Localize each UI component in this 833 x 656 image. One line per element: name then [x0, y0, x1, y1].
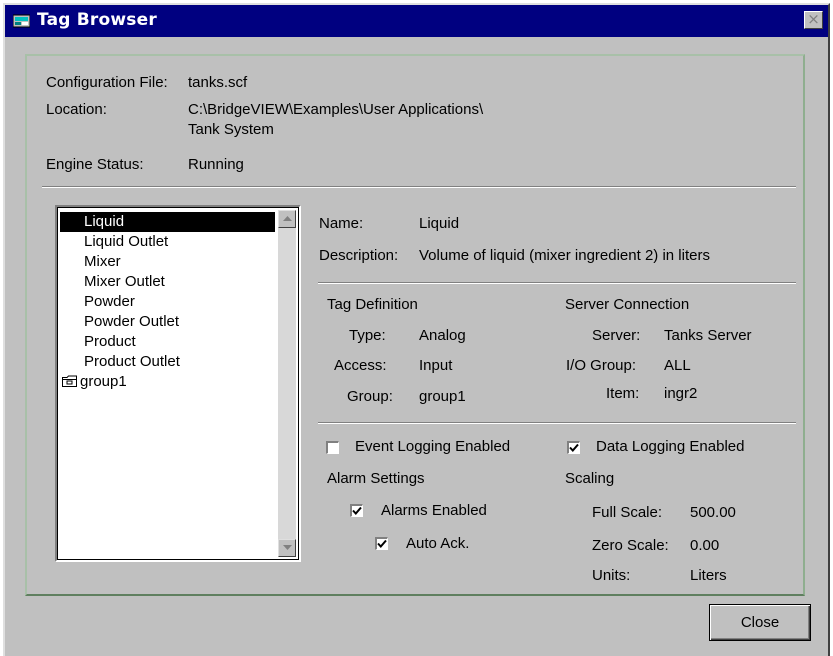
list-item-liquid[interactable]: Liquid	[60, 212, 275, 232]
name-label: Name:	[319, 215, 364, 232]
access-value: Input	[419, 357, 453, 374]
list-item-label: Liquid Outlet	[84, 233, 169, 250]
list-item-label: Powder	[84, 293, 135, 310]
list-item-powder[interactable]: Powder	[60, 292, 275, 312]
definition-divider	[318, 422, 796, 424]
units-value: Liters	[690, 567, 727, 584]
list-item-label: Liquid	[84, 213, 125, 230]
io-group-value: ALL	[664, 357, 691, 374]
engine-status-label: Engine Status:	[46, 156, 144, 173]
title-close-button[interactable]: ×	[804, 10, 823, 29]
list-item-label: Mixer	[84, 253, 121, 270]
scroll-down-button[interactable]	[278, 539, 296, 557]
location-value-line1: C:\BridgeVIEW\Examples\User Applications…	[188, 101, 484, 118]
tag-browser-icon	[13, 14, 30, 28]
header-divider	[42, 186, 796, 188]
alarms-enabled-checkbox[interactable]	[350, 504, 363, 517]
list-item-label: Powder Outlet	[84, 313, 180, 330]
full-scale-label: Full Scale:	[592, 504, 663, 521]
event-logging-checkbox[interactable]	[326, 441, 339, 454]
auto-ack-checkbox[interactable]	[375, 537, 388, 550]
list-item-powder-outlet[interactable]: Powder Outlet	[60, 312, 275, 332]
location-label: Location:	[46, 101, 107, 118]
type-value: Analog	[419, 327, 466, 344]
item-value: ingr2	[664, 385, 698, 402]
scroll-down-arrow-icon	[283, 545, 292, 550]
tag-list[interactable]: Liquid Liquid Outlet Mixer Mixer Outlet …	[55, 205, 301, 562]
alarm-settings-heading: Alarm Settings	[327, 470, 425, 487]
engine-status-value: Running	[188, 156, 244, 173]
io-group-label: I/O Group:	[566, 357, 637, 374]
zero-scale-value: 0.00	[690, 537, 720, 554]
units-label: Units:	[592, 567, 631, 584]
list-item-product[interactable]: Product	[60, 332, 275, 352]
type-label: Type:	[349, 327, 386, 344]
list-item-product-outlet[interactable]: Product Outlet	[60, 352, 275, 372]
tag-definition-heading: Tag Definition	[327, 296, 418, 313]
close-button[interactable]: Close	[709, 604, 811, 641]
server-label: Server:	[592, 327, 641, 344]
server-value: Tanks Server	[664, 327, 752, 344]
list-item-mixer-outlet[interactable]: Mixer Outlet	[60, 272, 275, 292]
server-connection-heading: Server Connection	[565, 296, 690, 313]
close-icon: ×	[807, 10, 820, 28]
list-item-label: Mixer Outlet	[84, 273, 165, 290]
event-logging-label[interactable]: Event Logging Enabled	[355, 438, 510, 455]
list-item-liquid-outlet[interactable]: Liquid Outlet	[60, 232, 275, 252]
config-file-label: Configuration File:	[46, 74, 168, 91]
full-scale-value: 500.00	[690, 504, 736, 521]
list-item-mixer[interactable]: Mixer	[60, 252, 275, 272]
auto-ack-label[interactable]: Auto Ack.	[406, 535, 469, 552]
group-value: group1	[419, 388, 466, 405]
zero-scale-label: Zero Scale:	[592, 537, 669, 554]
list-item-label: Product Outlet	[84, 353, 180, 370]
checkmark-icon	[352, 506, 362, 515]
alarms-enabled-label[interactable]: Alarms Enabled	[381, 502, 487, 519]
group-label: Group:	[347, 388, 393, 405]
list-item-group1[interactable]: group1	[60, 372, 275, 392]
location-value-line2: Tank System	[188, 121, 274, 138]
name-value: Liquid	[419, 215, 460, 232]
window-title: Tag Browser	[37, 10, 157, 30]
checkmark-icon	[569, 443, 579, 452]
config-file-value: tanks.scf	[188, 74, 248, 91]
description-label: Description:	[319, 247, 399, 264]
scroll-up-button[interactable]	[278, 210, 296, 228]
title-bar[interactable]: Tag Browser ×	[5, 5, 828, 37]
scaling-heading: Scaling	[565, 470, 615, 487]
checkmark-icon	[377, 539, 387, 548]
access-label: Access:	[334, 357, 387, 374]
details-divider	[318, 282, 796, 284]
folder-icon	[62, 375, 77, 387]
item-label: Item:	[606, 385, 640, 402]
list-item-label: Product	[84, 333, 136, 350]
description-value: Volume of liquid (mixer ingredient 2) in…	[419, 247, 710, 264]
list-item-label: group1	[80, 373, 127, 390]
tag-list-scrollbar[interactable]	[278, 210, 296, 557]
scroll-up-arrow-icon	[283, 216, 292, 221]
data-logging-checkbox[interactable]	[567, 441, 580, 454]
data-logging-label[interactable]: Data Logging Enabled	[596, 438, 744, 455]
